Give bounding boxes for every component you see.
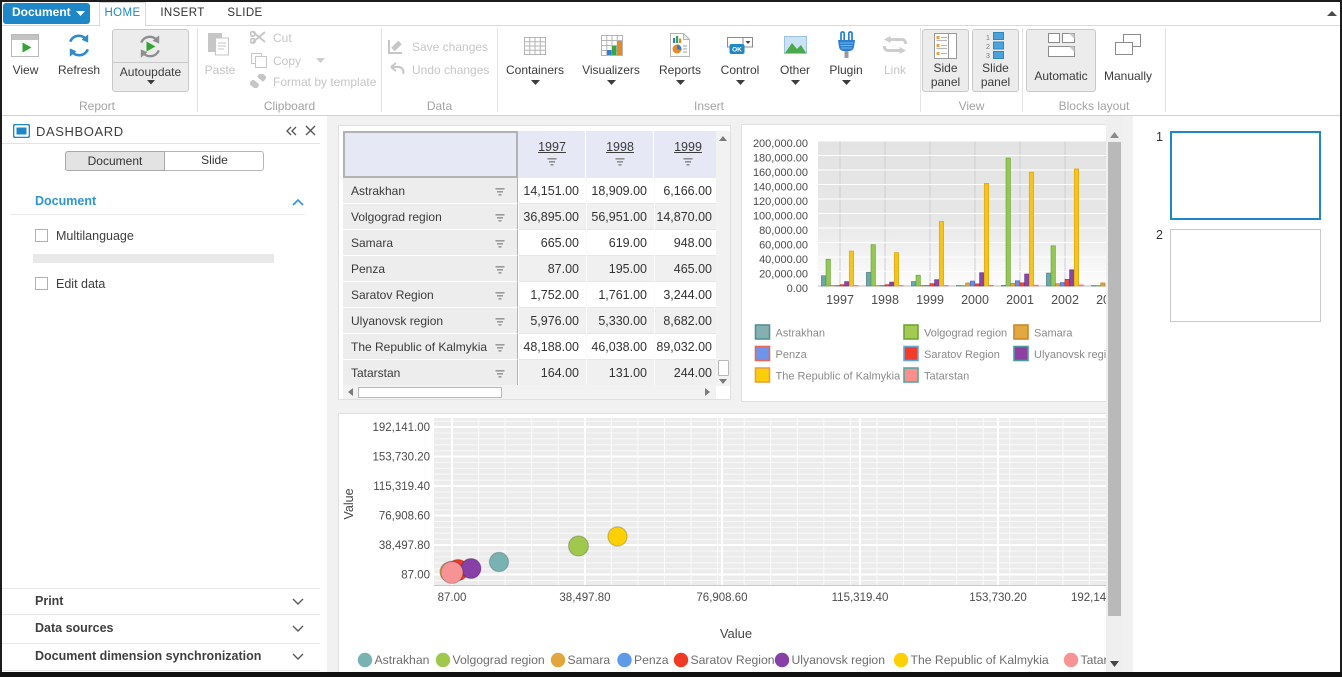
svg-text:Samara: Samara	[1034, 328, 1073, 340]
svg-text:100,000.00: 100,000.00	[753, 211, 808, 223]
svg-text:Tatarstan: Tatarstan	[924, 371, 969, 383]
svg-text:180,000.00: 180,000.00	[753, 153, 808, 165]
svg-text:87.00: 87.00	[438, 592, 467, 604]
svg-text:115,319.40: 115,319.40	[373, 481, 430, 493]
svg-text:2001: 2001	[1006, 293, 1034, 307]
svg-text:OK: OK	[732, 47, 742, 54]
svg-text:Astrakhan: Astrakhan	[776, 328, 826, 340]
svg-text:Penza: Penza	[776, 349, 808, 361]
svg-text:Ulyanovsk region: Ulyanovsk region	[1034, 349, 1106, 361]
svg-text:1998: 1998	[871, 293, 899, 307]
svg-text:Ulyanovsk region: Ulyanovsk region	[792, 653, 885, 667]
svg-text:120,000.00: 120,000.00	[753, 196, 808, 208]
svg-text:76,908.60: 76,908.60	[379, 511, 430, 523]
svg-text:Volgograd region: Volgograd region	[453, 653, 545, 667]
svg-text:1997: 1997	[826, 293, 854, 307]
svg-text:Saratov Region: Saratov Region	[691, 653, 775, 667]
svg-text:2000: 2000	[961, 293, 989, 307]
svg-text:0.00: 0.00	[787, 283, 808, 295]
svg-text:200,000.00: 200,000.00	[753, 138, 808, 150]
svg-text:192,141.00: 192,141.00	[1071, 592, 1106, 604]
svg-text:2003: 2003	[1096, 293, 1106, 307]
svg-text:87.00: 87.00	[401, 570, 430, 582]
svg-text:140,000.00: 140,000.00	[753, 182, 808, 194]
svg-text:160,000.00: 160,000.00	[753, 167, 808, 179]
svg-text:Value: Value	[342, 488, 356, 519]
svg-text:80,000.00: 80,000.00	[759, 225, 808, 237]
svg-text:Samara: Samara	[568, 653, 611, 667]
svg-text:76,908.60: 76,908.60	[696, 592, 747, 604]
svg-text:2: 2	[986, 44, 990, 51]
svg-text:20,000.00: 20,000.00	[759, 269, 808, 281]
svg-text:Volgograd region: Volgograd region	[924, 328, 1007, 340]
svg-text:60,000.00: 60,000.00	[759, 240, 808, 252]
svg-text:The Republic of Kalmykia: The Republic of Kalmykia	[911, 653, 1049, 667]
svg-text:Astrakhan: Astrakhan	[375, 653, 430, 667]
svg-text:The Republic of Kalmykia: The Republic of Kalmykia	[776, 371, 902, 383]
svg-text:115,319.40: 115,319.40	[832, 592, 889, 604]
svg-text:153,730.20: 153,730.20	[372, 452, 430, 464]
svg-text:38,497.80: 38,497.80	[559, 592, 610, 604]
svg-text:40,000.00: 40,000.00	[759, 254, 808, 266]
svg-text:Tatarstan: Tatarstan	[1081, 653, 1107, 667]
svg-text:Penza: Penza	[634, 653, 669, 667]
svg-text:Saratov Region: Saratov Region	[924, 349, 1000, 361]
svg-text:2002: 2002	[1051, 293, 1079, 307]
svg-text:153,730.20: 153,730.20	[969, 592, 1027, 604]
svg-text:3: 3	[986, 53, 990, 60]
svg-text:192,141.00: 192,141.00	[372, 422, 430, 434]
svg-text:Value: Value	[720, 626, 752, 641]
svg-text:1999: 1999	[916, 293, 944, 307]
svg-text:38,497.80: 38,497.80	[379, 540, 430, 552]
svg-text:1: 1	[986, 35, 990, 42]
